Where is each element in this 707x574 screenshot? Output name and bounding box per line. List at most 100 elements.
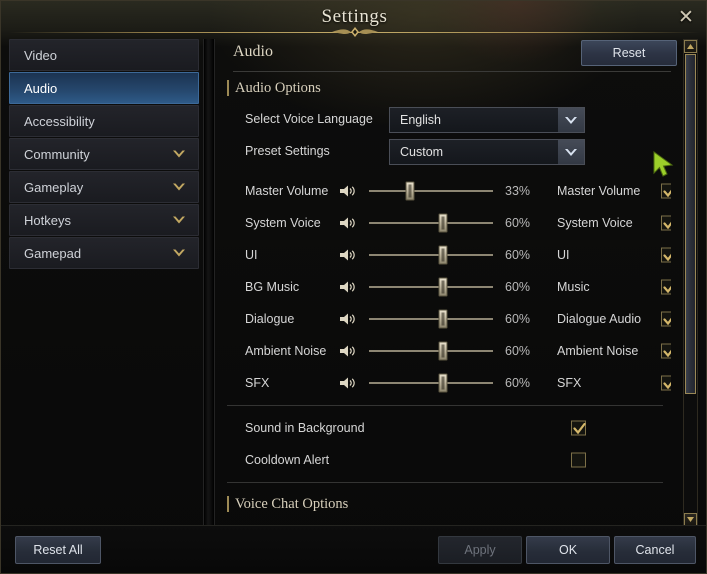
sidebar-item-label: Gameplay (24, 179, 84, 195)
channel-checkbox[interactable] (661, 343, 671, 359)
sidebar-item-label: Gamepad (24, 245, 82, 261)
section-voice-chat-options: Voice Chat Options (219, 489, 671, 519)
chevron-down-icon (173, 249, 185, 257)
chevron-down-icon (558, 108, 584, 132)
toggle-checkbox[interactable] (571, 420, 586, 436)
channel-checkbox[interactable] (661, 183, 671, 199)
row-label: Preset Settings (245, 144, 330, 158)
vertical-scrollbar[interactable] (683, 39, 698, 527)
slider-handle[interactable] (438, 245, 448, 265)
check-icon (663, 253, 671, 262)
channel-checkbox[interactable] (661, 247, 671, 263)
slider-track[interactable] (369, 318, 493, 320)
slider-percent: 60% (505, 280, 531, 294)
toggle-list: Sound in Background Cooldown Alert (219, 412, 671, 476)
row-label: Select Voice Language (245, 112, 373, 126)
footer-bar: Reset All Apply OK Cancel (1, 525, 706, 573)
sidebar: Video Audio Accessibility Community Game… (9, 39, 199, 527)
scrollbar-thumb[interactable] (685, 54, 696, 394)
row-label: UI (245, 248, 258, 262)
slider-handle[interactable] (438, 309, 448, 329)
dropdown-value: English (400, 113, 441, 127)
channel-label: Music (557, 280, 590, 294)
channel-checkbox[interactable] (661, 311, 671, 327)
row-bg-music: BG Music 60% Music (219, 271, 671, 303)
slider-track[interactable] (369, 382, 493, 384)
sidebar-item-label: Video (24, 47, 58, 63)
title-bar: Settings ✕ (1, 1, 706, 37)
slider-percent: 60% (505, 216, 531, 230)
page-title: Audio (233, 43, 273, 60)
check-icon (663, 349, 671, 358)
apply-button[interactable]: Apply (438, 536, 522, 564)
scroll-up-button[interactable] (684, 40, 697, 53)
sidebar-item-label: Community (24, 146, 90, 162)
speaker-icon (340, 185, 355, 197)
cancel-button[interactable]: Cancel (614, 536, 696, 564)
voice-language-dropdown[interactable]: English (389, 107, 585, 133)
slider-percent: 60% (505, 344, 531, 358)
panel-divider (203, 39, 215, 527)
row-master-volume: Master Volume 33% Master Volume (219, 175, 671, 207)
header-divider (233, 71, 671, 72)
section-audio-options: Audio Options (219, 73, 671, 103)
channel-label: SFX (557, 376, 582, 390)
slider-handle[interactable] (438, 277, 448, 297)
channel-checkbox[interactable] (661, 375, 671, 391)
slider-track[interactable] (369, 286, 493, 288)
content-header: Audio Reset (219, 39, 685, 72)
row-sfx: SFX 60% SFX (219, 367, 671, 399)
check-icon (573, 422, 586, 435)
close-icon[interactable]: ✕ (672, 3, 700, 31)
slider-track[interactable] (369, 222, 493, 224)
speaker-icon (340, 313, 355, 325)
slider-track[interactable] (369, 350, 493, 352)
slider-handle[interactable] (405, 181, 415, 201)
channel-checkbox[interactable] (661, 215, 671, 231)
preset-settings-dropdown[interactable]: Custom (389, 139, 585, 165)
row-preset-settings: Preset Settings Custom (219, 135, 671, 167)
speaker-icon (340, 377, 355, 389)
settings-scroll-area[interactable]: Audio Options Select Voice Language Engl… (219, 73, 671, 527)
sidebar-item-audio[interactable]: Audio (9, 72, 199, 104)
sidebar-item-hotkeys[interactable]: Hotkeys (9, 204, 199, 236)
row-label: System Voice (245, 216, 321, 230)
slider-handle[interactable] (438, 373, 448, 393)
sidebar-item-gamepad[interactable]: Gamepad (9, 237, 199, 269)
row-label: Sound in Background (245, 421, 365, 435)
section-separator (227, 482, 663, 483)
check-icon (663, 189, 671, 198)
row-label: Dialogue (245, 312, 295, 326)
sidebar-item-community[interactable]: Community (9, 138, 199, 170)
volume-slider-list: Master Volume 33% Master Volume System Voic… (219, 175, 671, 399)
channel-label: Master Volume (557, 184, 641, 198)
channel-checkbox[interactable] (661, 279, 671, 295)
chevron-down-icon (173, 150, 185, 158)
slider-percent: 60% (505, 312, 531, 326)
sidebar-item-gameplay[interactable]: Gameplay (9, 171, 199, 203)
speaker-icon (340, 345, 355, 357)
check-icon (663, 221, 671, 230)
slider-track[interactable] (369, 190, 493, 192)
slider-percent: 60% (505, 248, 531, 262)
chevron-down-icon (173, 183, 185, 191)
row-label: Cooldown Alert (245, 453, 330, 467)
speaker-icon (340, 217, 355, 229)
sidebar-item-video[interactable]: Video (9, 39, 199, 71)
section-separator (227, 405, 663, 406)
channel-label: System Voice (557, 216, 633, 230)
reset-all-button[interactable]: Reset All (15, 536, 101, 564)
settings-window: Settings ✕ Video Audio Accessibility Com… (0, 0, 707, 574)
slider-handle[interactable] (438, 213, 448, 233)
dropdown-value: Custom (400, 145, 444, 159)
channel-label: Dialogue Audio (557, 312, 642, 326)
sidebar-item-accessibility[interactable]: Accessibility (9, 105, 199, 137)
reset-button[interactable]: Reset (581, 40, 677, 66)
slider-track[interactable] (369, 254, 493, 256)
ok-button[interactable]: OK (526, 536, 610, 564)
slider-handle[interactable] (438, 341, 448, 361)
speaker-icon (340, 281, 355, 293)
row-label: BG Music (245, 280, 300, 294)
sidebar-item-label: Audio (24, 80, 58, 96)
toggle-checkbox[interactable] (571, 452, 586, 468)
